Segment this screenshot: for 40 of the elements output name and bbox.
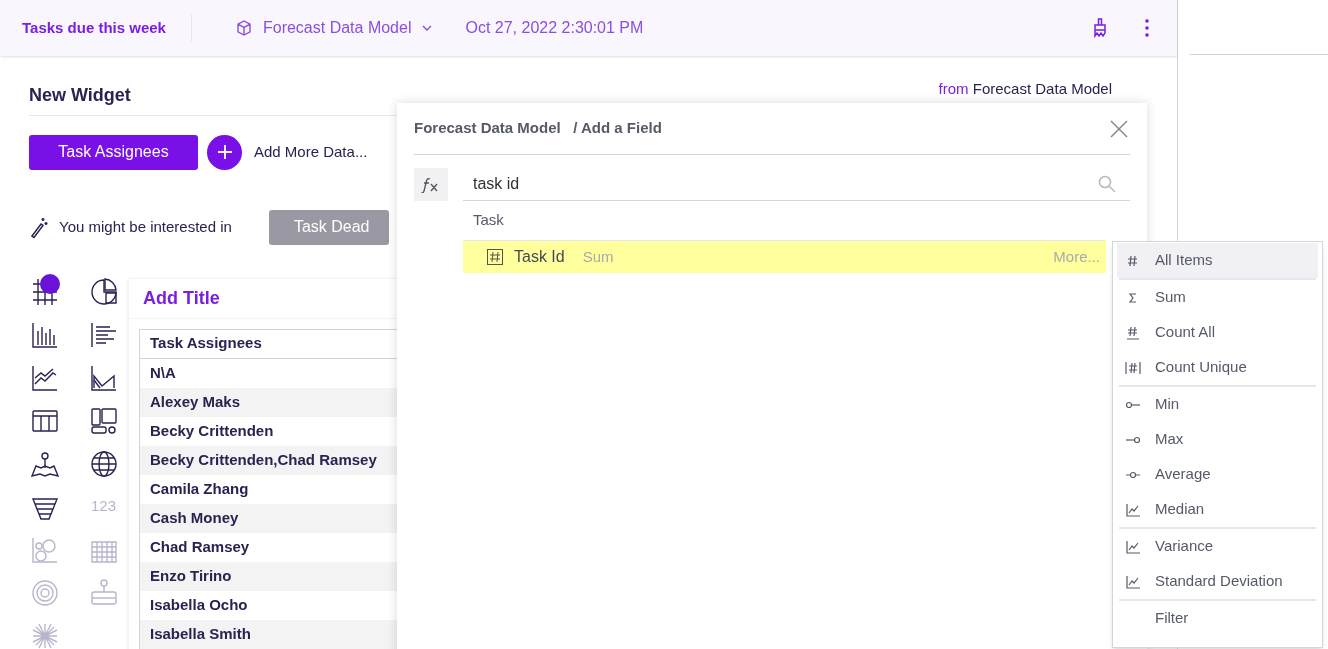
- cube-icon: [234, 19, 253, 37]
- hash-icon: [1125, 359, 1141, 376]
- add-data-button[interactable]: [207, 134, 242, 170]
- menu-item[interactable]: Filter: [1117, 601, 1318, 636]
- suggestion-label: You might be interested in: [59, 216, 232, 237]
- source-label: from Forecast Data Model: [938, 79, 1112, 99]
- hash-icon: [1125, 324, 1141, 341]
- data-field-button[interactable]: Task Assignees: [29, 134, 198, 170]
- search-icon: [1098, 175, 1116, 193]
- menu-item[interactable]: Average: [1117, 457, 1318, 492]
- widget-title: New Widget: [29, 83, 131, 107]
- menu-item[interactable]: Count Unique: [1117, 350, 1318, 385]
- more-options-icon[interactable]: [1145, 19, 1149, 37]
- number-field-icon: [487, 249, 503, 265]
- chevron-down-icon: [421, 24, 434, 32]
- model-dropdown[interactable]: Forecast Data Model: [234, 16, 434, 40]
- dialog-title: Forecast Data Model / Add a Field: [414, 118, 662, 139]
- line-chart-icon: [1125, 538, 1141, 555]
- menu-item[interactable]: All Items: [1117, 243, 1318, 278]
- close-icon[interactable]: [1110, 119, 1128, 138]
- formula-button[interactable]: [414, 168, 448, 201]
- dashboard-title: Tasks due this week: [22, 17, 166, 38]
- search-field[interactable]: task id: [473, 168, 1098, 200]
- menu-item[interactable]: Min: [1117, 387, 1318, 422]
- menu-item[interactable]: Variance: [1117, 529, 1318, 564]
- menu-item[interactable]: Count All: [1117, 315, 1318, 350]
- field-row[interactable]: Task Id Sum More...: [463, 240, 1106, 273]
- magic-wand-icon: [29, 216, 49, 238]
- map-chart-icon[interactable]: [29, 449, 61, 478]
- menu-item[interactable]: Standard Deviation: [1117, 564, 1318, 599]
- paintbrush-icon[interactable]: [1093, 18, 1107, 38]
- menu-item[interactable]: Sum: [1117, 280, 1318, 315]
- add-more-data-link[interactable]: Add More Data...: [254, 140, 368, 164]
- line-chart-icon: [1125, 501, 1141, 518]
- timestamp: Oct 27, 2022 2:30:01 PM: [465, 18, 644, 38]
- plus-icon: [216, 144, 233, 160]
- menu-item[interactable]: Max: [1117, 422, 1318, 457]
- menu-item[interactable]: Median: [1117, 492, 1318, 527]
- line-chart-icon: [1125, 573, 1141, 590]
- group-label: Task: [472, 210, 505, 231]
